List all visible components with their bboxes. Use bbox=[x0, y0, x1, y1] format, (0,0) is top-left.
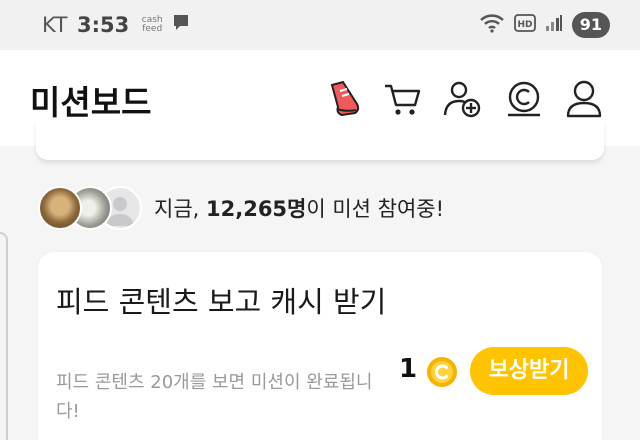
battery-icon: 91 bbox=[571, 12, 610, 38]
status-time: 3:53 bbox=[76, 13, 130, 37]
shoe-icon[interactable] bbox=[326, 79, 366, 119]
cashfeed-line-2: feed bbox=[142, 24, 163, 34]
cart-icon[interactable] bbox=[382, 79, 422, 119]
add-friend-icon[interactable] bbox=[442, 79, 482, 119]
mission-card[interactable]: 피드 콘텐츠 보고 캐시 받기 피드 콘텐츠 20개를 보면 미션이 완료됩니다… bbox=[38, 252, 602, 440]
carrier-label: KT bbox=[42, 13, 68, 37]
previous-card-bottom bbox=[36, 120, 604, 160]
coin-icon bbox=[426, 356, 458, 388]
reward-claim-button[interactable]: 보상받기 bbox=[470, 347, 588, 395]
profile-icon[interactable] bbox=[564, 79, 604, 119]
status-bar: KT 3:53 cash feed HD 91 bbox=[0, 0, 640, 50]
hd-voice-icon: HD bbox=[513, 14, 536, 36]
side-panel-edge bbox=[0, 232, 8, 440]
mission-title: 피드 콘텐츠 보고 캐시 받기 bbox=[56, 285, 387, 319]
participants-text: 지금, 12,265명이 미션 참여중! bbox=[154, 193, 444, 223]
avatar bbox=[38, 186, 82, 230]
signal-icon bbox=[545, 14, 563, 36]
participants-suffix: 이 미션 참여중! bbox=[306, 197, 445, 221]
status-right-group: HD 91 bbox=[479, 12, 610, 38]
svg-text:HD: HD bbox=[517, 20, 532, 30]
cashfeed-notification-icon: cash feed bbox=[139, 16, 165, 34]
wifi-icon bbox=[479, 13, 505, 37]
reward-amount: 1 bbox=[399, 354, 418, 384]
participants-prefix: 지금, bbox=[154, 197, 206, 221]
participant-count: 12,265명 bbox=[206, 197, 307, 221]
mission-description: 피드 콘텐츠 20개를 보면 미션이 완료됩니다! bbox=[56, 372, 373, 422]
participant-avatars bbox=[38, 186, 142, 230]
coin-history-icon[interactable] bbox=[504, 79, 544, 119]
message-icon bbox=[173, 14, 189, 36]
participants-banner: 지금, 12,265명이 미션 참여중! bbox=[38, 186, 444, 230]
page-title: 미션보드 bbox=[30, 83, 152, 122]
